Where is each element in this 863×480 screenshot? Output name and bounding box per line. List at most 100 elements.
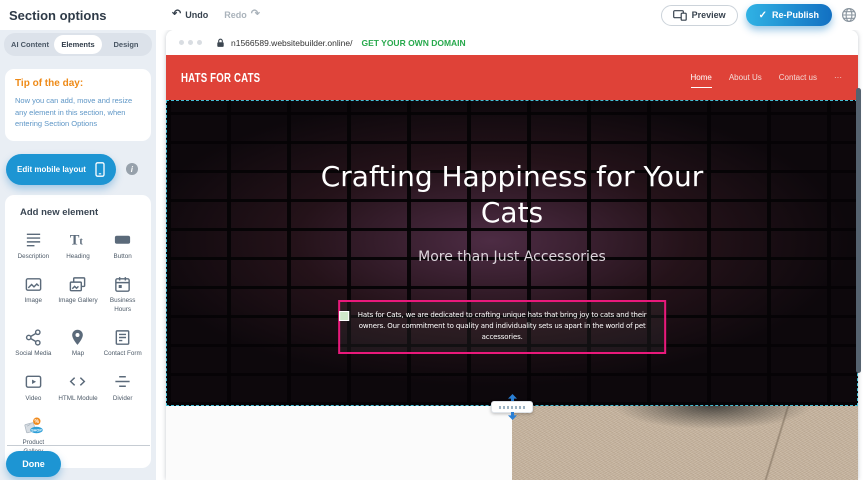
- next-section-content: [166, 406, 512, 480]
- element-item-image[interactable]: Image: [11, 274, 56, 314]
- republish-button[interactable]: ✓ Re-Publish: [746, 4, 832, 26]
- language-globe-button[interactable]: [840, 6, 858, 24]
- section-resize-handle[interactable]: [491, 395, 533, 419]
- element-item-video[interactable]: Video: [11, 372, 56, 404]
- map-icon: [68, 327, 87, 347]
- window-dot: [188, 40, 193, 45]
- element-item-label: Heading: [66, 253, 89, 262]
- nav-item-contact-us[interactable]: Contact us: [779, 68, 817, 87]
- redo-icon: ↷: [251, 9, 260, 20]
- edit-mobile-row: Edit mobile layout i: [6, 154, 150, 185]
- element-item-image-gallery[interactable]: Image Gallery: [56, 274, 101, 314]
- page-title: Section options: [9, 8, 107, 23]
- tip-body: Now you can add, move and resize any ele…: [15, 95, 141, 130]
- browser-chrome: n1566589.websitebuilder.online/ GET YOUR…: [166, 30, 858, 55]
- lock-icon: [216, 38, 225, 48]
- site-header: HATS FOR CATS Home About Us Contact us ·…: [166, 55, 858, 100]
- drag-dots: [499, 406, 525, 409]
- element-item-label: Contact Form: [104, 350, 142, 359]
- element-item-map[interactable]: Map: [56, 327, 101, 359]
- hero-section-selected[interactable]: Crafting Happiness for Your Cats More th…: [166, 100, 858, 406]
- edit-mobile-label: Edit mobile layout: [17, 165, 86, 174]
- get-domain-link[interactable]: GET YOUR OWN DOMAIN: [361, 38, 465, 48]
- element-item-label: Map: [72, 350, 84, 359]
- html-module-icon: [68, 372, 87, 392]
- devices-icon: [673, 10, 687, 21]
- app-toolbar: Section options ↶ Undo Redo ↷ Preview ✓ …: [0, 0, 863, 30]
- redo-label: Redo: [224, 10, 247, 20]
- site-preview-area: n1566589.websitebuilder.online/ GET YOUR…: [156, 30, 863, 480]
- element-item-label: Video: [25, 395, 41, 404]
- image-gallery-icon: [68, 274, 87, 294]
- product-gallery-icon: %SHOP: [23, 416, 44, 436]
- element-item-business-hours[interactable]: Business Hours: [100, 274, 145, 314]
- site-url[interactable]: n1566589.websitebuilder.online/: [231, 38, 352, 48]
- business-hours-icon: [113, 274, 132, 294]
- nav-item-about-us[interactable]: About Us: [729, 68, 762, 87]
- info-button[interactable]: i: [126, 163, 138, 175]
- element-item-label: HTML Module: [58, 395, 97, 404]
- toolbar-actions: Preview ✓ Re-Publish: [661, 4, 858, 26]
- browser-window: n1566589.websitebuilder.online/ GET YOUR…: [166, 30, 858, 480]
- site-nav: Home About Us Contact us ···: [691, 55, 843, 100]
- element-item-label: Image: [25, 297, 43, 306]
- nav-more-menu[interactable]: ···: [834, 68, 842, 87]
- add-element-panel: Add new element Description Tt Heading Butt…: [5, 195, 151, 469]
- republish-label: Re-Publish: [772, 10, 819, 20]
- element-item-divider[interactable]: Divider: [100, 372, 145, 404]
- preview-button[interactable]: Preview: [661, 5, 738, 26]
- button-icon: [113, 230, 132, 250]
- element-item-description[interactable]: Description: [11, 230, 56, 262]
- element-item-button[interactable]: Button: [100, 230, 145, 262]
- tip-heading: Tip of the day:: [15, 78, 141, 89]
- element-item-contact-form[interactable]: Contact Form: [100, 327, 145, 359]
- sidebar-tabs: AI Content Elements Design: [4, 33, 152, 56]
- video-icon: [24, 372, 43, 392]
- hero-subheading[interactable]: More than Just Accessories: [167, 249, 857, 265]
- svg-text:t: t: [80, 237, 84, 248]
- hero-heading[interactable]: Crafting Happiness for Your Cats: [302, 101, 722, 230]
- preview-label: Preview: [692, 10, 726, 20]
- element-resize-handle[interactable]: [339, 311, 349, 321]
- phone-icon: [95, 162, 105, 177]
- contact-form-icon: [113, 327, 132, 347]
- tip-card: Tip of the day: Now you can add, move an…: [5, 69, 151, 141]
- element-item-label: Social Media: [15, 350, 51, 359]
- element-item-label: Business Hours: [102, 297, 144, 314]
- element-item-label: Button: [114, 253, 132, 262]
- site-logo[interactable]: HATS FOR CATS: [181, 70, 260, 85]
- window-dot: [197, 40, 202, 45]
- element-item-label: Divider: [113, 395, 133, 404]
- undo-button[interactable]: ↶ Undo: [172, 9, 208, 20]
- element-item-social-media[interactable]: Social Media: [11, 327, 56, 359]
- divider-icon: [113, 372, 132, 392]
- svg-text:T: T: [70, 233, 80, 249]
- hero-body-text[interactable]: Hats for Cats, we are dedicated to craft…: [348, 310, 656, 344]
- undo-icon: ↶: [172, 9, 181, 20]
- heading-icon: Tt: [68, 230, 87, 250]
- next-section-photo: [512, 406, 858, 480]
- social-media-icon: [24, 327, 43, 347]
- tab-ai-content[interactable]: AI Content: [6, 35, 54, 54]
- element-item-html-module[interactable]: HTML Module: [56, 372, 101, 404]
- arrow-down-icon: [508, 412, 517, 420]
- hero-text-box-selected[interactable]: Hats for Cats, we are dedicated to craft…: [338, 300, 666, 354]
- tab-design[interactable]: Design: [102, 35, 150, 54]
- undo-redo-group: ↶ Undo Redo ↷: [172, 9, 260, 20]
- edit-mobile-layout-button[interactable]: Edit mobile layout: [6, 154, 116, 185]
- done-button[interactable]: Done: [6, 451, 61, 477]
- element-item-heading[interactable]: Tt Heading: [56, 230, 101, 262]
- svg-text:%: %: [34, 419, 39, 425]
- description-icon: [24, 230, 43, 250]
- image-icon: [24, 274, 43, 294]
- sidebar-divider: [7, 445, 150, 446]
- preview-scrollbar[interactable]: [856, 88, 861, 373]
- add-element-heading: Add new element: [20, 207, 145, 218]
- window-dot: [179, 40, 184, 45]
- sidebar: AI Content Elements Design Tip of the da…: [0, 30, 156, 480]
- tab-elements[interactable]: Elements: [54, 35, 102, 54]
- element-item-label: Image Gallery: [58, 297, 97, 306]
- redo-button[interactable]: Redo ↷: [224, 9, 260, 20]
- nav-item-home[interactable]: Home: [691, 68, 712, 88]
- window-controls: [179, 40, 202, 45]
